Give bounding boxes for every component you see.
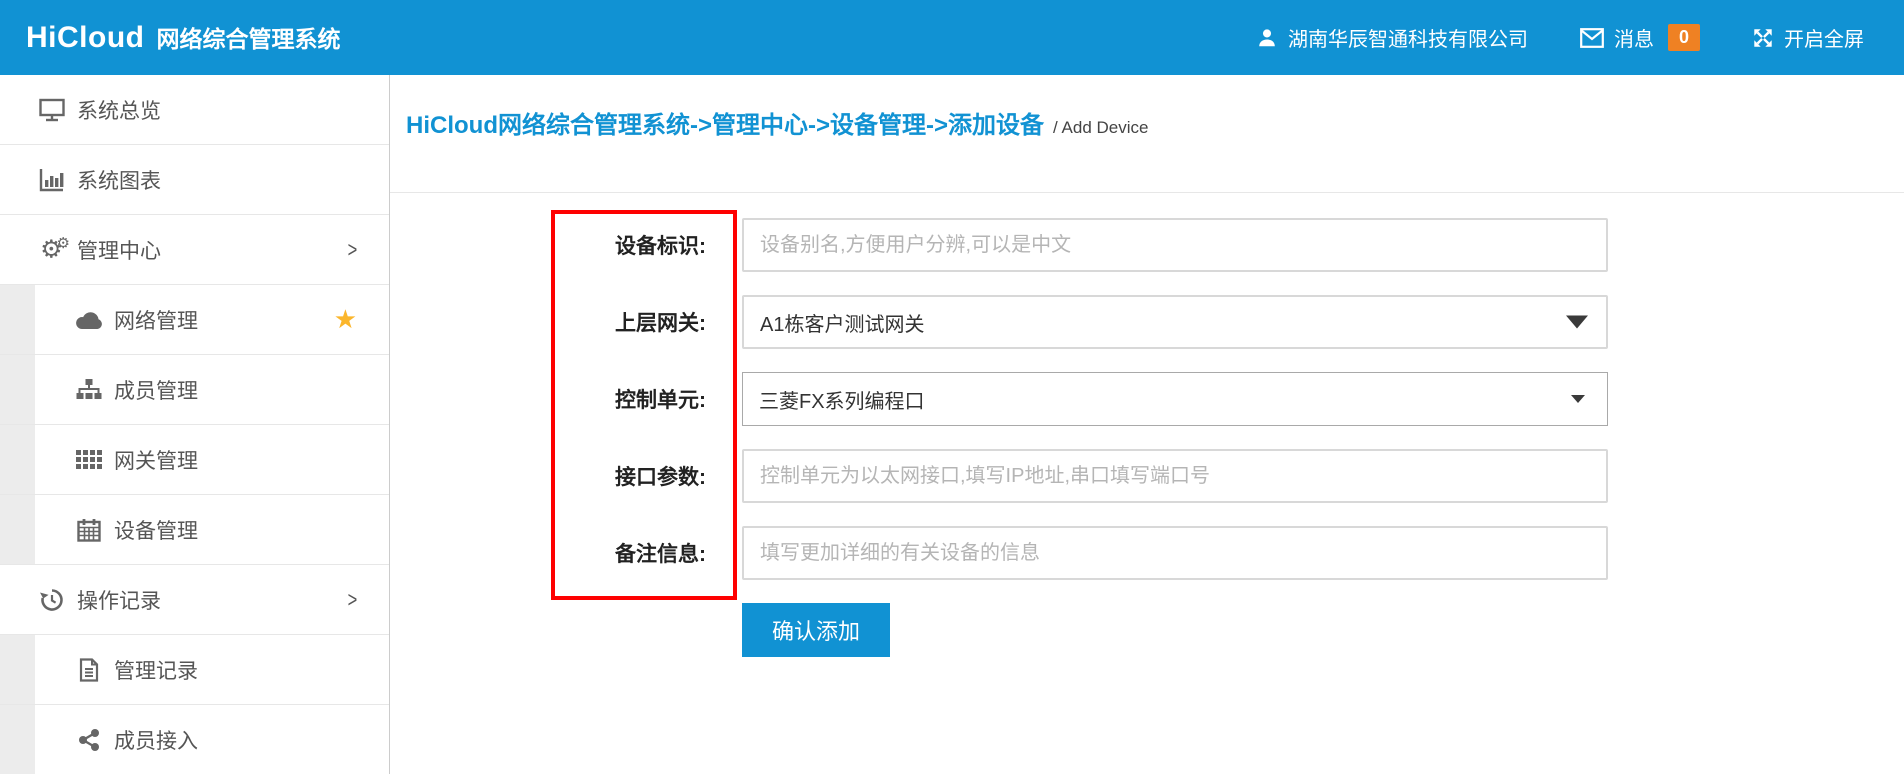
breadcrumb-path: HiCloud网络综合管理系统->管理中心->设备管理->添加设备 bbox=[406, 105, 1044, 140]
star-icon[interactable]: ★ bbox=[334, 304, 357, 335]
sidebar-item-label: 系统总览 bbox=[77, 95, 161, 125]
remarks-input[interactable] bbox=[742, 526, 1608, 580]
remarks-label: 备注信息: bbox=[390, 538, 742, 568]
breadcrumb-suffix: / Add Device bbox=[1053, 118, 1148, 138]
brand-name: HiCloud bbox=[26, 21, 144, 55]
sidebar-item-management-center[interactable]: ⚙⚙ 管理中心 > bbox=[0, 215, 389, 285]
messages-count-badge: 0 bbox=[1668, 24, 1700, 51]
confirm-add-button[interactable]: 确认添加 bbox=[742, 603, 890, 657]
sidebar-item-network-management[interactable]: 网络管理 ★ bbox=[0, 285, 389, 355]
bar-chart-icon bbox=[35, 168, 69, 192]
expand-icon bbox=[1752, 27, 1774, 49]
share-icon bbox=[72, 728, 106, 752]
messages-label: 消息 bbox=[1614, 23, 1654, 52]
sidebar-item-label: 成员接入 bbox=[114, 725, 198, 755]
chevron-right-icon: > bbox=[348, 587, 358, 613]
sidebar-item-system-charts[interactable]: 系统图表 bbox=[0, 145, 389, 215]
envelope-icon bbox=[1580, 28, 1604, 48]
company-account[interactable]: 湖南华辰智通科技有限公司 bbox=[1256, 23, 1528, 52]
sidebar-item-member-management[interactable]: 成员管理 bbox=[0, 355, 389, 425]
company-name: 湖南华辰智通科技有限公司 bbox=[1288, 23, 1528, 52]
sidebar-item-member-access[interactable]: 成员接入 bbox=[0, 705, 389, 774]
control-unit-select[interactable]: 三菱FX系列编程口 bbox=[742, 372, 1608, 426]
upper-gateway-select[interactable]: A1栋客户测试网关 bbox=[742, 295, 1608, 349]
user-icon bbox=[1256, 27, 1278, 49]
form-row-device-id: 设备标识: bbox=[390, 218, 1904, 272]
form-row-upper-gateway: 上层网关: A1栋客户测试网关 bbox=[390, 295, 1904, 349]
fullscreen-label: 开启全屏 bbox=[1784, 23, 1864, 52]
chevron-right-icon: > bbox=[348, 237, 358, 263]
fullscreen-button[interactable]: 开启全屏 bbox=[1752, 23, 1864, 52]
form-row-interface-params: 接口参数: bbox=[390, 449, 1904, 503]
grid-icon bbox=[72, 450, 106, 470]
sidebar-item-label: 操作记录 bbox=[77, 585, 161, 615]
sidebar-item-label: 成员管理 bbox=[114, 375, 198, 405]
cloud-icon bbox=[72, 310, 106, 330]
breadcrumb: HiCloud网络综合管理系统->管理中心->设备管理->添加设备 / Add … bbox=[390, 75, 1904, 193]
top-bar: HiCloud 网络综合管理系统 湖南华辰智通科技有限公司 消息 0 开启全屏 bbox=[0, 0, 1904, 75]
history-icon bbox=[35, 588, 69, 612]
app-brand: HiCloud 网络综合管理系统 bbox=[26, 20, 340, 55]
device-id-input[interactable] bbox=[742, 218, 1608, 272]
gears-icon: ⚙⚙ bbox=[35, 236, 69, 262]
sidebar-item-label: 设备管理 bbox=[114, 515, 198, 545]
upper-gateway-value: A1栋客户测试网关 bbox=[760, 308, 924, 337]
sidebar-item-label: 管理中心 bbox=[77, 235, 161, 265]
add-device-form: 设备标识: 上层网关: A1栋客户测试网关 控制单元: 三菱FX系列编程口 接口… bbox=[390, 193, 1904, 657]
desktop-icon bbox=[35, 98, 69, 122]
sidebar-item-gateway-management[interactable]: 网关管理 bbox=[0, 425, 389, 495]
file-icon bbox=[72, 658, 106, 682]
calendar-icon bbox=[72, 518, 106, 542]
sidebar-item-system-overview[interactable]: 系统总览 bbox=[0, 75, 389, 145]
messages-button[interactable]: 消息 0 bbox=[1580, 23, 1700, 52]
control-unit-value: 三菱FX系列编程口 bbox=[759, 385, 925, 414]
chevron-down-icon bbox=[1566, 316, 1588, 329]
chevron-down-icon bbox=[1571, 395, 1585, 403]
interface-params-label: 接口参数: bbox=[390, 461, 742, 491]
form-row-remarks: 备注信息: bbox=[390, 526, 1904, 580]
device-id-label: 设备标识: bbox=[390, 230, 742, 260]
form-row-control-unit: 控制单元: 三菱FX系列编程口 bbox=[390, 372, 1904, 426]
sitemap-icon bbox=[72, 378, 106, 402]
interface-params-input[interactable] bbox=[742, 449, 1608, 503]
sidebar: 系统总览 系统图表 ⚙⚙ 管理中心 > 网络管理 ★ 成员 bbox=[0, 75, 390, 774]
control-unit-label: 控制单元: bbox=[390, 384, 742, 414]
brand-subtitle: 网络综合管理系统 bbox=[156, 20, 340, 54]
main-content: HiCloud网络综合管理系统->管理中心->设备管理->添加设备 / Add … bbox=[390, 75, 1904, 774]
sidebar-item-management-records[interactable]: 管理记录 bbox=[0, 635, 389, 705]
upper-gateway-label: 上层网关: bbox=[390, 307, 742, 337]
sidebar-item-operation-records[interactable]: 操作记录 > bbox=[0, 565, 389, 635]
sidebar-item-label: 系统图表 bbox=[77, 165, 161, 195]
sidebar-item-label: 网关管理 bbox=[114, 445, 198, 475]
sidebar-item-device-management[interactable]: 设备管理 bbox=[0, 495, 389, 565]
sidebar-item-label: 管理记录 bbox=[114, 655, 198, 685]
sidebar-item-label: 网络管理 bbox=[114, 305, 198, 335]
